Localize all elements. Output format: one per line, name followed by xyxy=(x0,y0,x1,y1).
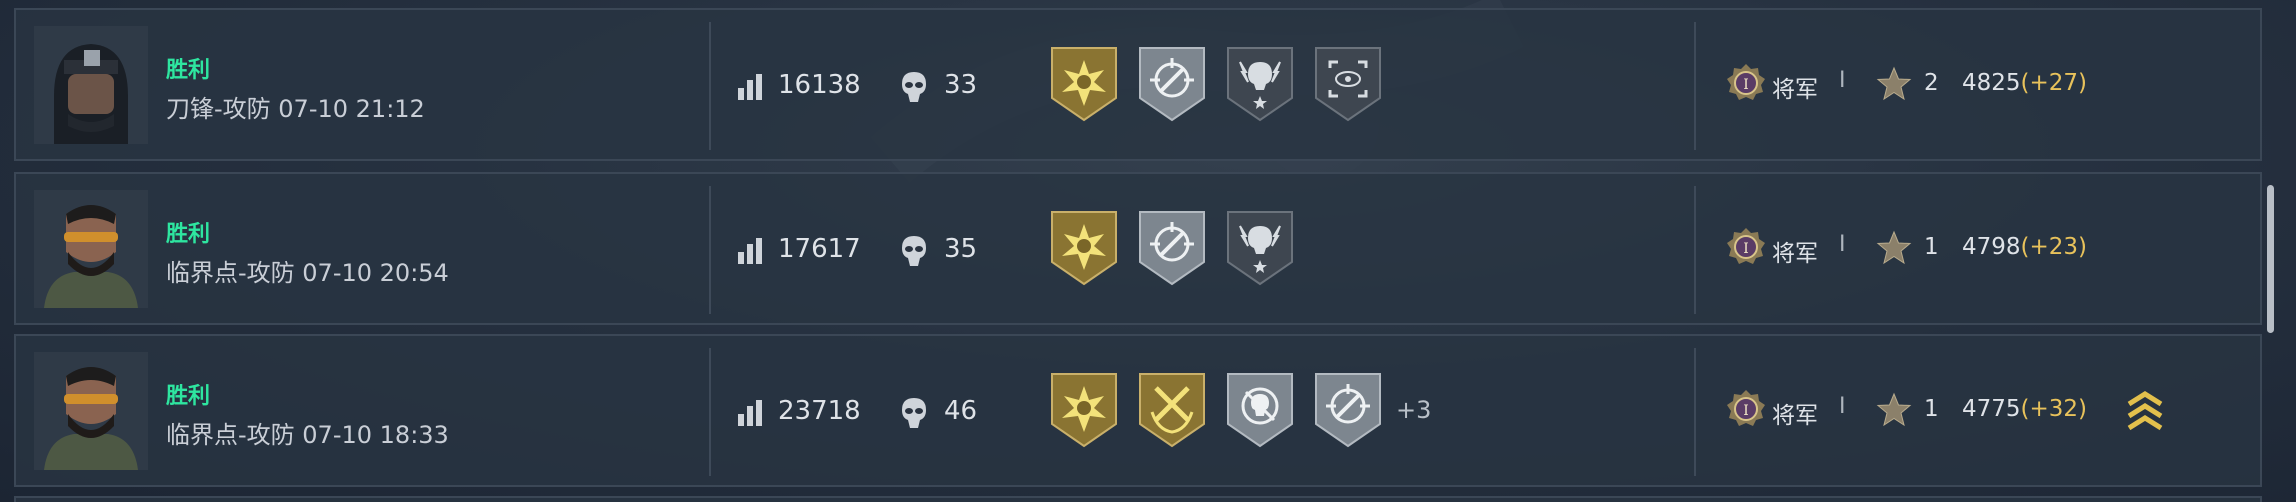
match-result: 胜利 xyxy=(166,384,211,409)
points-value: 4798 xyxy=(1962,234,2021,260)
match-row[interactable]: 胜利 刀锋-攻防 07-10 21:12 16138 33 I 将军 I 2 4… xyxy=(14,8,2262,161)
gold-wrench-laurel-medal-icon[interactable] xyxy=(1138,372,1206,448)
promotion-chevrons-icon xyxy=(2127,391,2163,431)
star-level: 2 xyxy=(1924,70,1939,96)
points-delta: (+27) xyxy=(2020,70,2088,96)
match-history-panel: 胜利 刀锋-攻防 07-10 21:12 16138 33 I 将军 I 2 4… xyxy=(0,0,2296,502)
rank-separator: I xyxy=(1839,394,1846,419)
match-row[interactable]: 胜利 临界点-攻防 07-10 20:54 17617 35 I 将军 I 1 … xyxy=(14,172,2262,325)
rank-name: 将军 xyxy=(1772,241,1818,267)
rank-badge-icon: I xyxy=(1727,64,1765,100)
rank-points: 4825(+27) xyxy=(1962,70,2087,96)
medal-list xyxy=(1050,46,1396,122)
map-mode-time: 临界点-攻防 07-10 18:33 xyxy=(166,421,449,449)
column-divider xyxy=(709,348,711,476)
dark-eye-target-medal-icon[interactable] xyxy=(1314,46,1382,122)
silver-skull-crosshair-medal-icon[interactable] xyxy=(1226,372,1294,448)
rank-separator: I xyxy=(1839,232,1846,257)
rank-name: 将军 xyxy=(1772,77,1818,103)
score-bars-icon xyxy=(738,400,762,426)
rank-name: 将军 xyxy=(1772,403,1818,429)
dark-skull-lightning-medal-icon[interactable] xyxy=(1226,210,1294,286)
star-level: 1 xyxy=(1924,234,1939,260)
gold-sunburst-medal-icon[interactable] xyxy=(1050,372,1118,448)
match-row-partial[interactable] xyxy=(14,496,2262,502)
dark-skull-lightning-medal-icon[interactable] xyxy=(1226,46,1294,122)
column-divider xyxy=(1694,22,1696,150)
score-bars-icon xyxy=(738,74,762,100)
rank-separator: I xyxy=(1839,68,1846,93)
rank-badge-icon: I xyxy=(1727,228,1765,264)
map-mode-time: 刀锋-攻防 07-10 21:12 xyxy=(166,95,425,123)
match-score: 23718 xyxy=(778,396,861,426)
player-avatar xyxy=(34,26,148,144)
match-kills: 33 xyxy=(944,70,978,100)
more-medals-count[interactable]: +3 xyxy=(1396,396,1431,424)
skull-kills-icon xyxy=(902,72,926,102)
score-bars-icon xyxy=(738,238,762,264)
match-kills: 35 xyxy=(944,234,978,264)
scrollbar-thumb[interactable] xyxy=(2267,185,2274,333)
svg-text:I: I xyxy=(1743,77,1749,93)
player-avatar xyxy=(34,352,148,470)
points-value: 4825 xyxy=(1962,70,2021,96)
points-delta: (+23) xyxy=(2020,234,2088,260)
rank-badge-icon: I xyxy=(1727,390,1765,426)
star-icon xyxy=(1876,66,1912,101)
svg-text:I: I xyxy=(1743,241,1749,257)
svg-text:I: I xyxy=(1743,403,1749,419)
silver-crosshair-rifle-medal-icon[interactable] xyxy=(1138,46,1206,122)
points-value: 4775 xyxy=(1962,396,2021,422)
column-divider xyxy=(709,22,711,150)
player-avatar xyxy=(34,190,148,308)
star-icon xyxy=(1876,230,1912,265)
map-mode-time: 临界点-攻防 07-10 20:54 xyxy=(166,259,449,287)
medal-list xyxy=(1050,210,1308,286)
match-score: 17617 xyxy=(778,234,861,264)
match-result: 胜利 xyxy=(166,222,211,247)
rank-points: 4775(+32) xyxy=(1962,396,2087,422)
match-row[interactable]: 胜利 临界点-攻防 07-10 18:33 23718 46 +3 I 将军 I… xyxy=(14,334,2262,487)
match-score: 16138 xyxy=(778,70,861,100)
skull-kills-icon xyxy=(902,398,926,428)
silver-crosshair-rifle-medal-icon[interactable] xyxy=(1314,372,1382,448)
gold-sunburst-medal-icon[interactable] xyxy=(1050,210,1118,286)
rank-points: 4798(+23) xyxy=(1962,234,2087,260)
medal-list: +3 xyxy=(1050,372,1431,448)
points-delta: (+32) xyxy=(2020,396,2088,422)
skull-kills-icon xyxy=(902,236,926,266)
column-divider xyxy=(1694,186,1696,314)
star-level: 1 xyxy=(1924,396,1939,422)
column-divider xyxy=(1694,348,1696,476)
gold-sunburst-medal-icon[interactable] xyxy=(1050,46,1118,122)
silver-crosshair-rifle-medal-icon[interactable] xyxy=(1138,210,1206,286)
column-divider xyxy=(709,186,711,314)
match-kills: 46 xyxy=(944,396,978,426)
match-result: 胜利 xyxy=(166,58,211,83)
star-icon xyxy=(1876,392,1912,427)
